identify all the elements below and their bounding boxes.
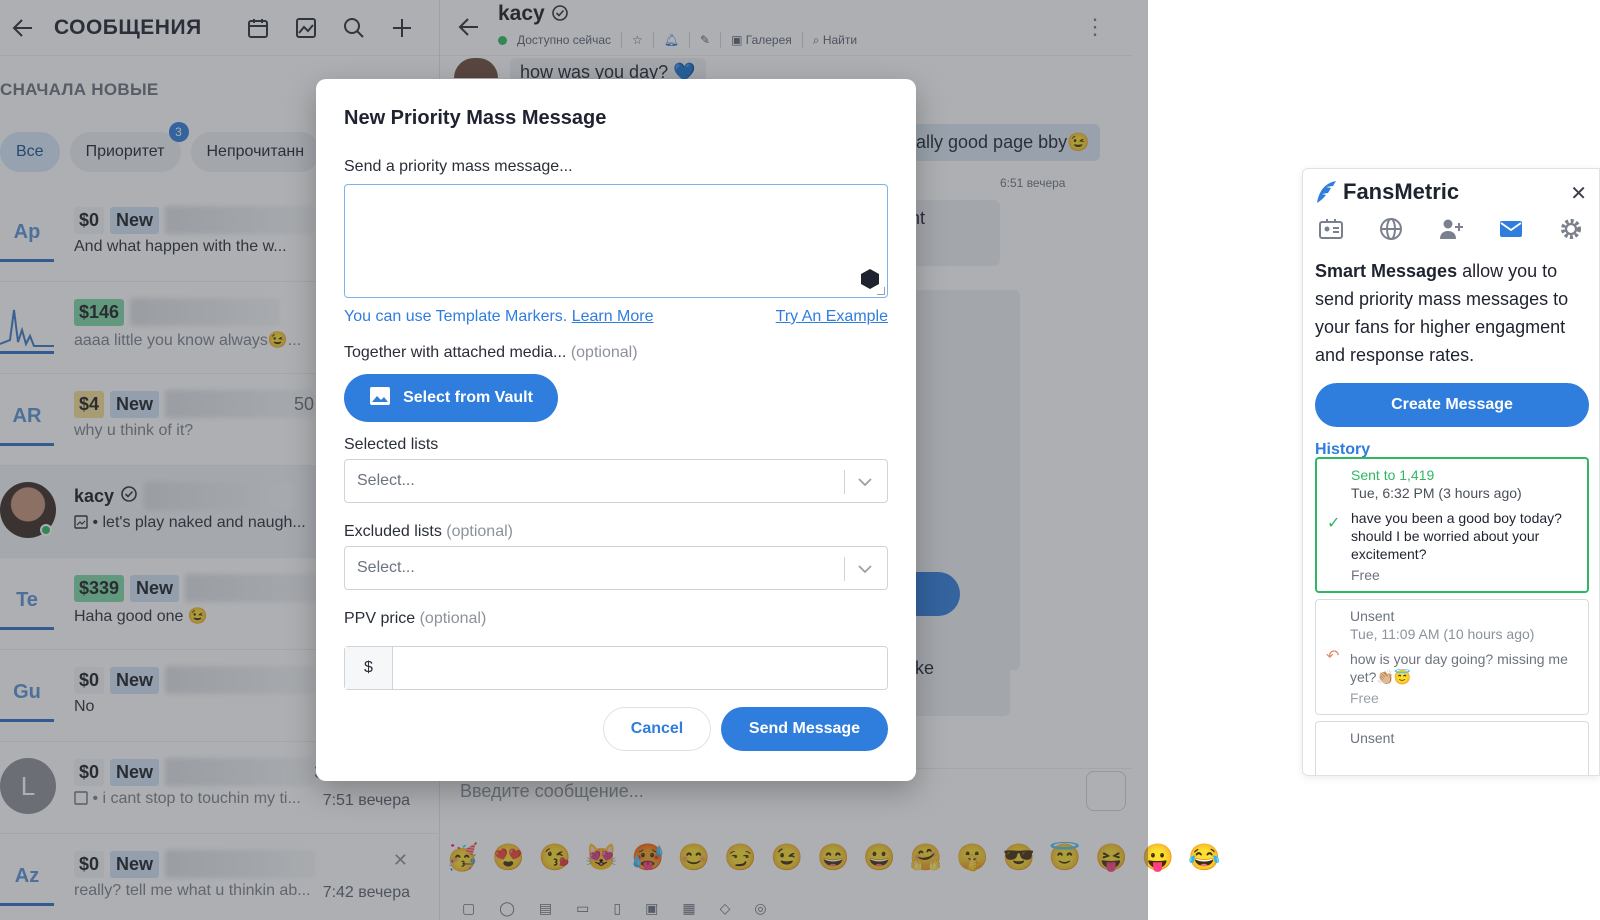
currency-prefix: $ bbox=[345, 647, 393, 689]
message-textarea[interactable] bbox=[344, 184, 888, 298]
history-status: Sent to 1,419 bbox=[1351, 467, 1435, 483]
history-cost: Free bbox=[1351, 567, 1380, 583]
modal-title: New Priority Mass Message bbox=[344, 107, 607, 129]
fansmetric-logo-icon bbox=[1315, 179, 1337, 205]
excluded-lists-select[interactable]: Select... bbox=[344, 546, 888, 590]
fansmetric-header: FansMetric bbox=[1315, 179, 1459, 205]
learn-more-link[interactable]: Learn More bbox=[572, 308, 654, 325]
resize-handle[interactable] bbox=[877, 287, 885, 295]
fansmetric-title: FansMetric bbox=[1343, 179, 1460, 204]
add-user-icon[interactable] bbox=[1439, 217, 1463, 241]
excluded-lists-label: Excluded lists (optional) bbox=[344, 523, 513, 541]
id-card-icon[interactable] bbox=[1319, 217, 1343, 241]
emoji-button[interactable]: 😂 bbox=[1188, 842, 1220, 873]
ppv-price-label: PPV price (optional) bbox=[344, 610, 486, 628]
history-text: have you been a good boy today? should I… bbox=[1351, 510, 1562, 562]
ppv-price-input[interactable] bbox=[393, 647, 887, 689]
fansmetric-description: Smart Messages allow you to send priorit… bbox=[1315, 257, 1593, 369]
check-icon: ✓ bbox=[1327, 515, 1341, 532]
template-hint: You can use Template Markers. Learn More bbox=[344, 308, 654, 326]
excluded-lists-label-text: Excluded lists bbox=[344, 523, 442, 540]
try-example-link[interactable]: Try An Example bbox=[776, 308, 888, 326]
history-time: Tue, 11:09 AM (10 hours ago) bbox=[1350, 626, 1535, 642]
history-item-unsent[interactable]: Unsent bbox=[1315, 721, 1589, 775]
selected-lists-select[interactable]: Select... bbox=[344, 459, 888, 503]
image-icon bbox=[369, 386, 391, 411]
message-label: Send a priority mass message... bbox=[344, 158, 573, 175]
fansmetric-panel: FansMetric ✕ Smart Messages allow you to… bbox=[1302, 168, 1600, 776]
excluded-lists-placeholder: Select... bbox=[357, 559, 415, 576]
optional-hint: (optional) bbox=[419, 610, 487, 627]
ppv-price-field: $ bbox=[344, 646, 888, 690]
history-time: Tue, 6:32 PM (3 hours ago) bbox=[1351, 485, 1522, 501]
priority-mass-message-modal: New Priority Mass Message Send a priorit… bbox=[316, 79, 916, 781]
media-label-text: Together with attached media... bbox=[344, 344, 567, 361]
template-hint-text: You can use Template Markers. bbox=[344, 308, 568, 325]
cancel-button[interactable]: Cancel bbox=[603, 707, 711, 751]
history-item-sent[interactable]: ✓ Sent to 1,419 Tue, 6:32 PM (3 hours ag… bbox=[1315, 457, 1589, 593]
selected-lists-label: Selected lists bbox=[344, 436, 439, 453]
media-label: Together with attached media... (optiona… bbox=[344, 344, 638, 362]
globe-icon[interactable] bbox=[1379, 217, 1403, 241]
history-text: how is your day going? missing me yet?👏🏼… bbox=[1350, 651, 1568, 685]
optional-hint: (optional) bbox=[446, 523, 513, 540]
history-status: Unsent bbox=[1350, 730, 1395, 746]
mail-icon[interactable] bbox=[1499, 217, 1523, 241]
send-message-button[interactable]: Send Message bbox=[721, 707, 888, 751]
template-marker-icon[interactable] bbox=[861, 269, 879, 289]
close-icon[interactable]: ✕ bbox=[1570, 181, 1587, 206]
description-bold: Smart Messages bbox=[1315, 261, 1458, 281]
history-cost: Free bbox=[1350, 690, 1379, 706]
ppv-price-label-text: PPV price bbox=[344, 610, 416, 627]
create-message-button[interactable]: Create Message bbox=[1315, 383, 1589, 427]
optional-hint: (optional) bbox=[570, 344, 638, 361]
undo-icon: ↶ bbox=[1326, 648, 1340, 665]
gear-icon[interactable] bbox=[1559, 217, 1583, 241]
vault-button-label: Select from Vault bbox=[403, 389, 533, 406]
history-item-unsent[interactable]: ↶ Unsent Tue, 11:09 AM (10 hours ago) ho… bbox=[1315, 599, 1589, 715]
chevron-down-icon bbox=[855, 470, 875, 494]
chevron-down-icon bbox=[855, 557, 875, 581]
history-status: Unsent bbox=[1350, 608, 1395, 624]
fansmetric-tabs bbox=[1319, 217, 1583, 241]
select-from-vault-button[interactable]: Select from Vault bbox=[344, 374, 558, 422]
selected-lists-placeholder: Select... bbox=[357, 472, 415, 489]
